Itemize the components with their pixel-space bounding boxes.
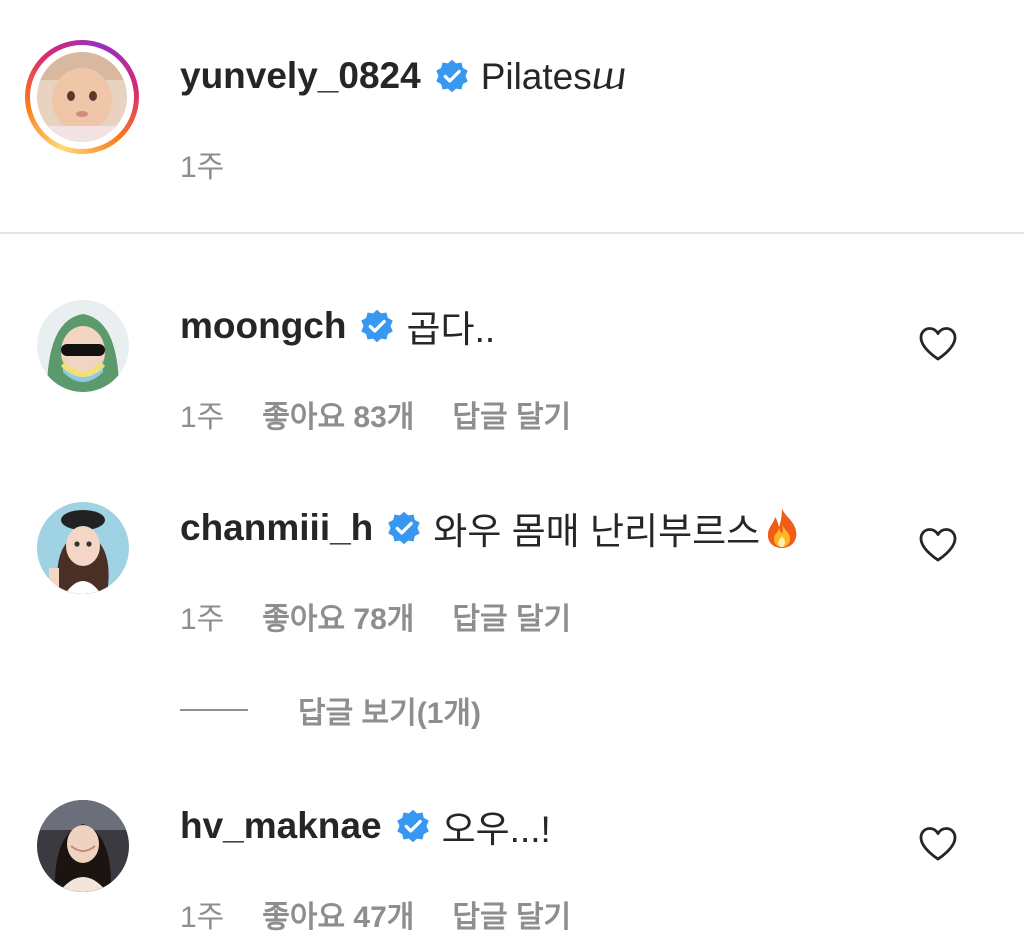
post-caption: yunvely_0824 Pilatesⴍ 1주 <box>0 0 1024 232</box>
avatar[interactable] <box>37 300 129 392</box>
comment-line: chanmiii_h 와우 몸매 난리부르스 <box>180 504 802 552</box>
username[interactable]: hv_maknae <box>180 805 382 847</box>
view-replies-button[interactable]: 답글 보기(1개) <box>180 688 481 732</box>
verified-badge-icon <box>395 808 431 844</box>
comment-item: chanmiii_h 와우 몸매 난리부르스 1주 좋아요 78개 답글 달기 <box>0 490 1024 650</box>
comment-line: hv_maknae 오우...! <box>180 802 551 850</box>
comment-text: 곱다.. <box>406 309 496 350</box>
heart-outline-icon[interactable] <box>918 326 958 362</box>
comment-line: moongch 곱다.. <box>180 302 495 350</box>
verified-badge-icon <box>359 308 395 344</box>
reply-button[interactable]: 답글 달기 <box>452 594 571 638</box>
comment-item: moongch 곱다.. 1주 좋아요 83개 답글 달기 <box>0 290 1024 450</box>
fire-icon <box>762 506 802 550</box>
verified-badge-icon <box>386 510 422 546</box>
reply-button[interactable]: 답글 달기 <box>452 892 571 932</box>
comment-text: 와우 몸매 난리부르스 <box>433 511 761 552</box>
avatar[interactable] <box>37 800 129 892</box>
username[interactable]: chanmiii_h <box>180 507 373 549</box>
divider <box>0 232 1024 234</box>
heart-outline-icon[interactable] <box>918 826 958 862</box>
likes-count[interactable]: 좋아요 78개 <box>262 594 414 638</box>
likes-count[interactable]: 좋아요 47개 <box>262 892 414 932</box>
reply-button[interactable]: 답글 달기 <box>452 392 571 436</box>
comment-meta: 1주 좋아요 83개 답글 달기 <box>180 392 571 436</box>
view-replies-label: 답글 보기(1개) <box>298 697 481 730</box>
username[interactable]: yunvely_0824 <box>180 55 421 97</box>
caption-time: 1주 <box>180 151 225 184</box>
heart-outline-icon[interactable] <box>918 527 958 563</box>
likes-count[interactable]: 좋아요 83개 <box>262 392 414 436</box>
comment-text: 오우...! <box>441 809 551 850</box>
comment-time: 1주 <box>180 901 225 932</box>
comment-time: 1주 <box>180 603 225 636</box>
avatar[interactable] <box>37 52 127 142</box>
comment-meta: 1주 좋아요 47개 답글 달기 <box>180 892 571 932</box>
comment-time: 1주 <box>180 401 225 434</box>
verified-badge-icon <box>434 58 470 94</box>
replies-line <box>180 709 248 711</box>
caption-text: Pilatesⴍ <box>480 55 627 97</box>
comments-page: yunvely_0824 Pilatesⴍ 1주 moongch 곱다.. 1주… <box>0 0 1024 932</box>
avatar[interactable] <box>37 502 129 594</box>
story-ring[interactable] <box>25 40 139 154</box>
comment-meta: 1주 좋아요 78개 답글 달기 <box>180 594 571 638</box>
comment-item: hv_maknae 오우...! 1주 좋아요 47개 답글 달기 <box>0 790 1024 932</box>
username[interactable]: moongch <box>180 305 346 347</box>
caption-line: yunvely_0824 Pilatesⴍ <box>180 52 626 100</box>
